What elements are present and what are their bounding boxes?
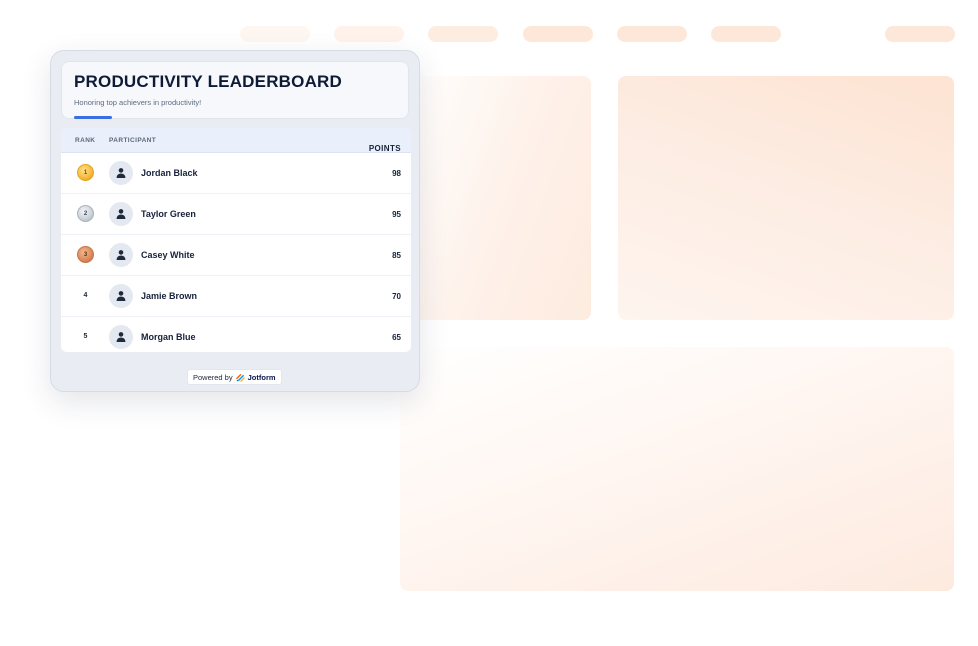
table-row: 4 Jamie Brown 70: [61, 276, 411, 317]
rank-number: 4: [83, 292, 88, 299]
background-nav-pill: [885, 26, 955, 42]
table-row: 5 Morgan Blue 65: [61, 317, 411, 352]
background-nav-pill: [617, 26, 687, 42]
avatar: [109, 284, 133, 308]
user-icon: [116, 250, 126, 260]
user-icon: [116, 332, 126, 342]
background-card: [400, 347, 954, 591]
jotform-logo-icon: [235, 373, 245, 382]
column-header-rank: RANK: [75, 137, 96, 144]
avatar: [109, 243, 133, 267]
participant-name: Jamie Brown: [141, 291, 198, 301]
participant-name: Casey White: [141, 250, 195, 260]
background-nav-pill: [240, 26, 310, 42]
participant-points: 85: [392, 251, 401, 260]
participant-name: Jordan Black: [141, 168, 198, 178]
table-row: 2 Taylor Green 95: [61, 194, 411, 235]
background-nav-pill: [711, 26, 781, 42]
powered-by-label: Powered by: [193, 372, 233, 382]
participant-points: 95: [392, 210, 401, 219]
leaderboard-table: RANK PARTICIPANT POINTS 1 Jordan Black 9…: [61, 128, 411, 352]
user-icon: [116, 209, 126, 219]
participant-points: 98: [392, 169, 401, 178]
column-header-participant: PARTICIPANT: [109, 137, 157, 144]
background-nav-pill: [428, 26, 498, 42]
avatar: [109, 202, 133, 226]
avatar: [109, 161, 133, 185]
silver-medal-icon: 2: [77, 205, 94, 222]
user-icon: [116, 291, 126, 301]
participant-points: 70: [392, 292, 401, 301]
background-card: [618, 76, 954, 320]
background-nav-pill: [523, 26, 593, 42]
participant-name: Taylor Green: [141, 209, 196, 219]
jotform-brand: Jotform: [247, 372, 276, 382]
page-subtitle: Honoring top achievers in productivity!: [74, 98, 202, 107]
background-card: [400, 76, 591, 320]
participant-points: 65: [392, 333, 401, 342]
rank-number: 5: [83, 333, 88, 340]
participant-name: Morgan Blue: [141, 332, 196, 342]
powered-by-jotform-link[interactable]: Powered by Jotform: [187, 369, 282, 385]
column-header-points: POINTS: [368, 144, 401, 153]
background-nav-pill: [334, 26, 404, 42]
table-row: 1 Jordan Black 98: [61, 153, 411, 194]
table-header: RANK PARTICIPANT POINTS: [61, 128, 411, 153]
avatar: [109, 325, 133, 349]
user-icon: [116, 168, 126, 178]
leaderboard-header: PRODUCTIVITY LEADERBOARD Honoring top ac…: [61, 61, 409, 119]
bronze-medal-icon: 3: [77, 246, 94, 263]
leaderboard-widget: PRODUCTIVITY LEADERBOARD Honoring top ac…: [50, 50, 420, 392]
title-accent-bar: [74, 116, 112, 119]
gold-medal-icon: 1: [77, 164, 94, 181]
table-row: 3 Casey White 85: [61, 235, 411, 276]
page-title: PRODUCTIVITY LEADERBOARD: [74, 72, 343, 91]
